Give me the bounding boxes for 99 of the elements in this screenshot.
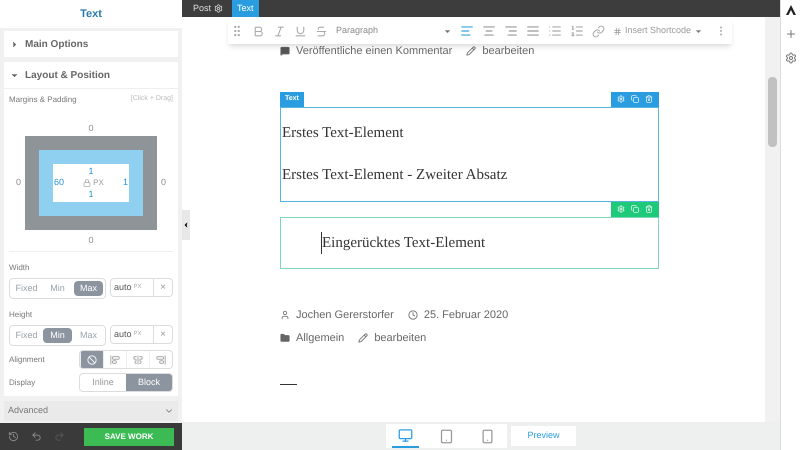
bullet-list-icon[interactable] [548,24,562,38]
display-option[interactable]: Block [126,374,172,391]
trash-icon[interactable] [645,205,653,213]
user-icon [280,310,290,320]
alignment-option[interactable] [80,351,103,368]
edit-link[interactable]: bearbeiten [374,330,426,346]
lock-icon[interactable] [83,178,92,186]
margin-right-value[interactable]: 0 [161,176,166,190]
copy-icon[interactable] [631,95,639,103]
logo-icon[interactable] [784,4,796,16]
segment-option[interactable]: Max [74,328,103,343]
breadcrumb-item[interactable]: Post [188,0,228,17]
segment-option[interactable]: Fixed [12,281,41,296]
field-label: Alignment [9,354,46,366]
collapse-handle[interactable] [182,210,190,240]
paragraph: Eingerücktes Text-Element [321,232,658,254]
margin-top-value[interactable]: 0 [88,122,94,136]
shortcode-icon [613,26,622,36]
align-center-icon [482,24,496,38]
post-date: 25. Februar 2020 [424,308,508,323]
breadcrumb-item[interactable]: Text [232,0,259,17]
align-button[interactable] [482,24,496,38]
size-mode-toggle[interactable]: Fixed Min Max [9,325,106,346]
format-dropdown[interactable]: Paragraph [336,24,452,38]
align-button[interactable] [504,24,518,38]
align-button[interactable] [526,24,540,38]
comment-link[interactable]: Veröffentliche einen Kommentar [296,43,452,60]
field-label: Height [9,310,32,319]
segment-option[interactable]: Min [43,328,72,343]
clear-button[interactable]: × [153,279,172,296]
link-icon[interactable] [592,24,605,38]
phone-icon [480,428,496,444]
text-element[interactable]: Eingerücktes Text-Element [280,216,659,269]
save-button[interactable]: SAVE WORK [84,428,174,446]
padding-left-value[interactable]: 60 [54,176,64,190]
field-label: Display [9,376,36,388]
bold-icon[interactable] [252,24,265,38]
margin-box[interactable]: 1 60 PX 1 1 [25,136,157,230]
display-toggle[interactable]: Inline Block [79,373,173,392]
display-option[interactable]: Inline [80,374,126,391]
category-link[interactable]: Allgemein [296,330,344,346]
author-link[interactable]: Jochen Gererstorfer [296,307,394,324]
settings-icon[interactable] [784,52,796,64]
alignment-toggle[interactable] [79,350,173,369]
copy-icon[interactable] [631,205,639,213]
edit-link[interactable]: bearbeiten [482,43,534,60]
pencil-icon [358,332,368,343]
unit-label: PX [93,176,104,188]
field-label: Margins & Padding [9,94,77,106]
padding-box[interactable]: 1 60 PX 1 1 [39,150,143,216]
preview-button[interactable]: Preview [511,426,576,446]
history-icon[interactable] [8,431,19,442]
undo-icon[interactable] [31,431,42,442]
paragraph: Erstes Text-Element [282,124,405,142]
caret-icon [182,221,190,229]
field-label: Width [9,263,30,272]
strikethrough-icon[interactable] [315,24,328,38]
scrollbar[interactable] [765,17,780,422]
tablet-icon [439,428,454,444]
insert-shortcode-button[interactable]: Insert Shortcode [613,24,704,38]
padding-top-value[interactable]: 1 [88,166,94,176]
size-value: auto [113,280,132,294]
folder-icon [280,332,290,343]
numbered-list-icon[interactable] [570,24,584,38]
clear-button[interactable]: × [153,326,172,343]
align-center-icon [133,354,143,364]
text-element[interactable]: Erstes Text-Element Erstes Text-Element - Zweiter Absatz [280,106,659,202]
trash-icon[interactable] [645,95,653,103]
padding-bottom-value[interactable]: 1 [88,189,94,200]
align-right-icon [504,24,518,38]
comment-icon [280,46,290,56]
pencil-icon [466,46,476,56]
segment-option[interactable]: Fixed [12,328,41,343]
margin-bottom-value[interactable]: 0 [88,234,94,247]
align-left-icon [110,354,120,364]
caret-icon [10,40,19,48]
underline-icon[interactable] [294,24,307,38]
redo-icon[interactable] [54,431,65,442]
desktop-icon [398,428,414,442]
section-header[interactable]: Advanced [4,401,178,421]
panel-title: Text [80,6,102,22]
size-value: auto [113,328,132,341]
italic-icon[interactable] [273,24,286,38]
segment-option[interactable]: Max [74,281,103,296]
align-left-icon [460,24,474,38]
section-header[interactable]: Main Options [4,31,178,57]
align-right-icon [156,354,166,364]
none-icon [87,354,97,364]
paragraph: Erstes Text-Element - Zweiter Absatz [282,166,508,185]
clock-icon [408,310,418,320]
plus-icon[interactable] [784,28,796,40]
align-justify-icon [526,24,540,38]
margin-left-value[interactable]: 0 [16,176,21,190]
size-mode-toggle[interactable]: Fixed Min Max [9,278,106,299]
align-button[interactable] [460,24,474,38]
padding-right-value[interactable]: 1 [122,176,128,190]
section-header[interactable]: Layout & Position [4,62,178,88]
settings-icon [214,4,224,13]
segment-option[interactable]: Min [43,281,72,296]
